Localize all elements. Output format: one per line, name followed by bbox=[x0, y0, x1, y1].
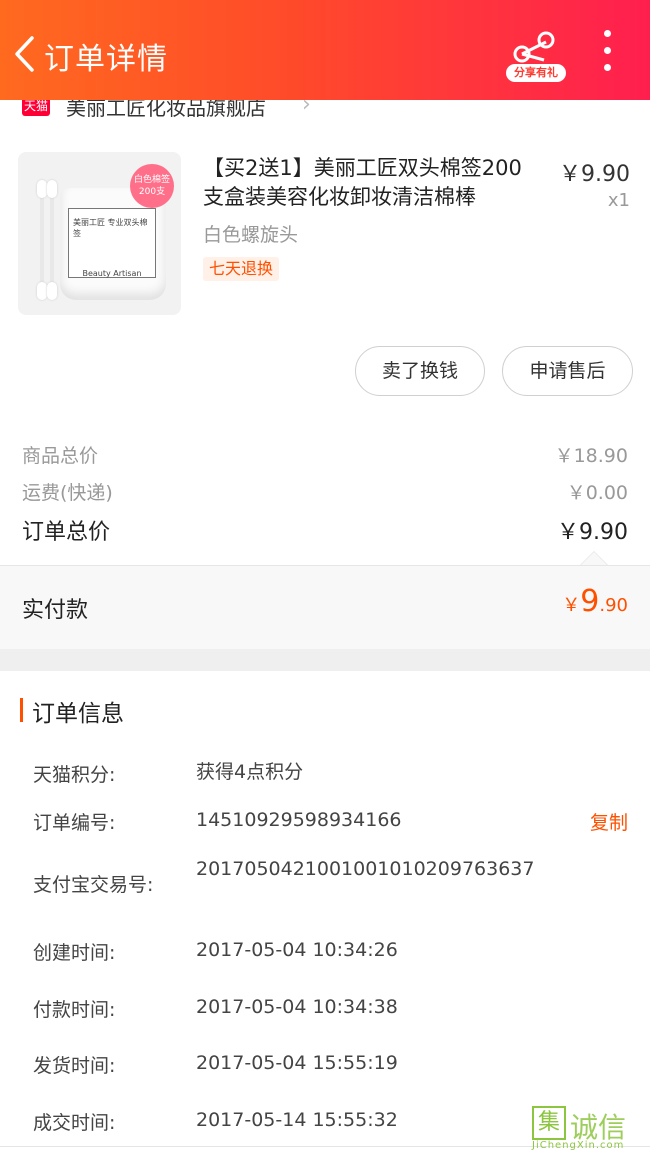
more-dot-icon bbox=[604, 47, 611, 54]
product-label: 美丽工匠 专业双头棉签 Beauty Artisan bbox=[68, 208, 156, 278]
page-title: 订单详情 bbox=[44, 42, 168, 77]
product-price: ￥9.90 bbox=[559, 162, 630, 187]
order-total-label: 订单总价 bbox=[22, 520, 111, 545]
copy-order-number-button[interactable]: 复制 bbox=[590, 808, 628, 835]
watermark: 集 诚信 JiChengXin.com bbox=[532, 1106, 648, 1152]
actual-payment-label: 实付款 bbox=[22, 598, 89, 623]
shipping-value: ￥0.00 bbox=[566, 482, 628, 504]
info-label: 订单编号: bbox=[33, 812, 116, 834]
share-reward-button[interactable]: 分享有礼 bbox=[506, 30, 566, 88]
info-value: 2017-05-14 15:55:32 bbox=[196, 1109, 398, 1131]
actual-payment-row: 实付款 ￥9.90 bbox=[0, 565, 650, 649]
return-policy-tag: 七天退换 bbox=[203, 257, 280, 281]
info-value: 2017-05-04 10:34:26 bbox=[196, 939, 398, 961]
alipay-transaction-value: 2017050421001001010209763637 bbox=[196, 858, 535, 880]
product-sku: 白色螺旋头 bbox=[203, 224, 299, 246]
watermark-site: JiChengXin.com bbox=[532, 1140, 625, 1151]
more-dot-icon bbox=[604, 30, 611, 37]
order-total-row: 订单总价 ￥9.90 bbox=[22, 514, 628, 546]
section-divider bbox=[0, 649, 650, 671]
cotton-swab-graphic bbox=[47, 180, 57, 300]
shipping-label: 运费(快递) bbox=[22, 482, 113, 504]
shipping-row: 运费(快递) ￥0.00 bbox=[22, 478, 628, 504]
sell-button[interactable]: 卖了换钱 bbox=[355, 346, 485, 396]
info-value: 获得4点积分 bbox=[196, 761, 304, 783]
chevron-left-icon bbox=[15, 36, 34, 72]
more-dot-icon bbox=[604, 64, 611, 71]
share-icon bbox=[513, 31, 555, 63]
info-value: 2017-05-04 15:55:19 bbox=[196, 1052, 398, 1074]
goods-total-row: 商品总价 ￥18.90 bbox=[22, 441, 628, 467]
info-label: 付款时间: bbox=[33, 999, 116, 1021]
info-label: 成交时间: bbox=[33, 1112, 116, 1134]
info-label: 创建时间: bbox=[33, 942, 116, 964]
actual-payment-value: ￥9.90 bbox=[562, 584, 628, 619]
product-title[interactable]: 【买2送1】美丽工匠双头棉签200支盒装美容化妆卸妆清洁棉棒 bbox=[203, 154, 533, 212]
order-number-value: 14510929598934166 bbox=[196, 809, 402, 831]
back-button[interactable] bbox=[6, 32, 42, 76]
product-image[interactable]: 美丽工匠 专业双头棉签 Beauty Artisan 白色棉签 200支 bbox=[18, 152, 181, 315]
after-sale-button[interactable]: 申请售后 bbox=[502, 346, 633, 396]
pointer-arrow bbox=[580, 551, 608, 565]
cotton-swab-graphic bbox=[37, 180, 47, 300]
section-accent-bar bbox=[20, 698, 23, 722]
order-total-value: ￥9.90 bbox=[557, 520, 628, 545]
order-info-title: 订单信息 bbox=[32, 701, 124, 727]
more-options-button[interactable] bbox=[596, 30, 620, 74]
status-bar bbox=[0, 0, 650, 8]
product-quantity: x1 bbox=[607, 190, 630, 211]
product-image-badge: 白色棉签 200支 bbox=[130, 164, 174, 208]
share-reward-label: 分享有礼 bbox=[506, 64, 566, 82]
goods-total-value: ￥18.90 bbox=[554, 445, 628, 467]
info-label: 天猫积分: bbox=[33, 764, 116, 786]
info-label: 支付宝交易号: bbox=[33, 874, 154, 896]
watermark-logo: 集 bbox=[532, 1106, 566, 1140]
info-label: 发货时间: bbox=[33, 1055, 116, 1077]
info-value: 2017-05-04 10:34:38 bbox=[196, 996, 398, 1018]
goods-total-label: 商品总价 bbox=[22, 445, 99, 467]
top-navigation-bar: 订单详情 分享有礼 bbox=[0, 0, 650, 100]
